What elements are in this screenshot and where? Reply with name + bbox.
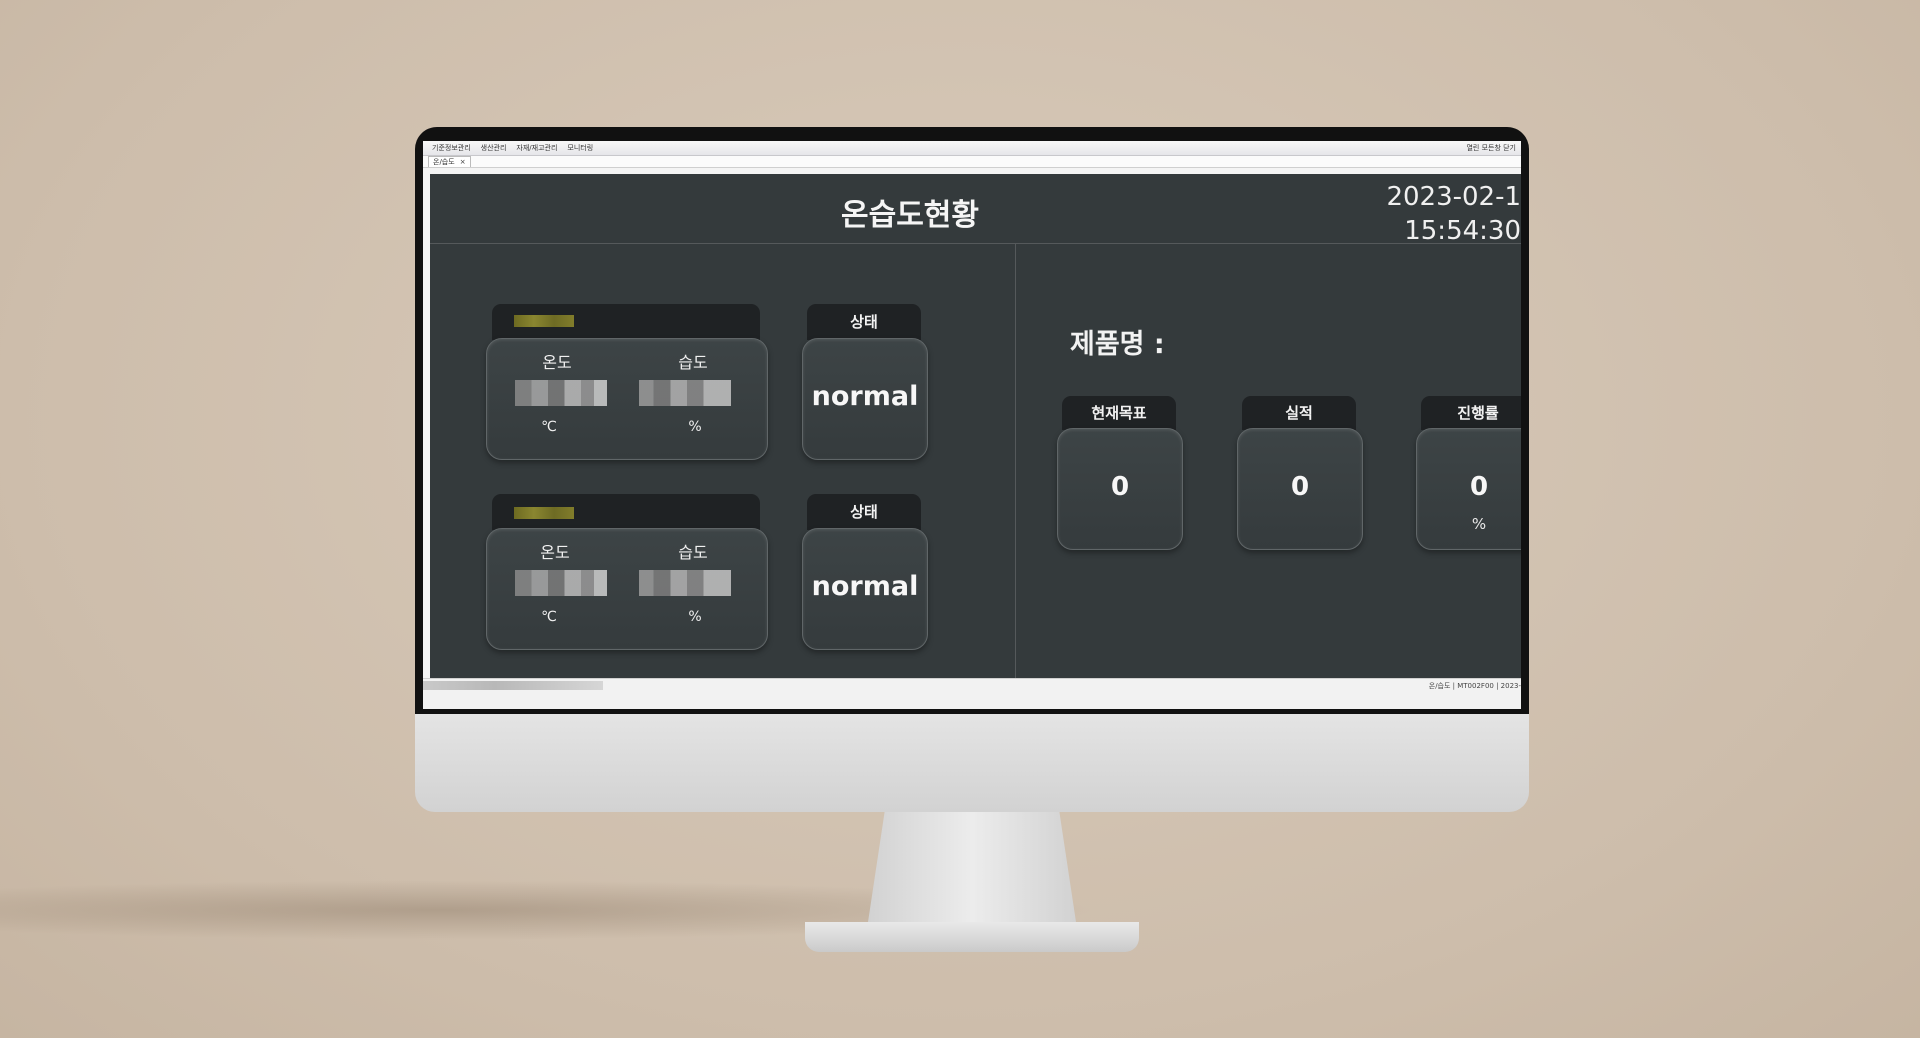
temperature-label: 온도 <box>540 543 570 562</box>
temperature-unit: ℃ <box>541 609 557 625</box>
target-value: 0 <box>1110 472 1130 502</box>
page-title: 온습도현황 <box>841 198 979 233</box>
humidity-unit: % <box>688 609 702 625</box>
menu-item-inventory[interactable]: 자재/재고관리 <box>511 143 562 153</box>
dashboard-header: 온습도현황 2023-02-1 15:54:30 <box>430 174 1521 246</box>
target-header: 현재목표 <box>1062 396 1176 430</box>
close-all-windows-button[interactable]: 열린 모든창 닫기 <box>1461 143 1521 153</box>
progress-value: 0 <box>1469 472 1489 502</box>
status-bar: 온/습도 | MT002F00 | 2023- <box>423 678 1521 709</box>
humidity-label: 습도 <box>678 353 708 372</box>
monitor: 기준정보관리 생산관리 자재/재고관리 모니터링 열린 모든창 닫기 온/습도 … <box>415 127 1529 952</box>
tab-temp-humidity[interactable]: 온/습도 × <box>428 156 471 167</box>
tab-label: 온/습도 <box>433 158 455 166</box>
humidity-value-redacted <box>639 570 731 596</box>
sensor-1-card: 온도 습도 ℃ % <box>486 338 768 460</box>
status-2-header: 상태 <box>807 494 921 530</box>
actual-header: 실적 <box>1242 396 1356 430</box>
menu-item-monitoring[interactable]: 모니터링 <box>562 143 598 153</box>
product-name-label: 제품명 : <box>1070 329 1165 360</box>
status-2-card: normal <box>802 528 928 650</box>
clock: 2023-02-1 15:54:30 <box>1386 180 1521 248</box>
sensor-1-header <box>492 304 760 340</box>
humidity-label: 습도 <box>678 543 708 562</box>
monitor-stand-base <box>805 922 1139 952</box>
screen: 기준정보관리 생산관리 자재/재고관리 모니터링 열린 모든창 닫기 온/습도 … <box>423 141 1521 709</box>
actual-card: 0 <box>1237 428 1363 550</box>
close-icon[interactable]: × <box>460 158 466 166</box>
status-bar-redacted <box>423 681 603 690</box>
temperature-unit: ℃ <box>541 419 557 435</box>
dashboard-panel: 온습도현황 2023-02-1 15:54:30 온도 습도 ℃ % 상태 no… <box>430 174 1521 678</box>
temperature-value-redacted <box>515 570 607 596</box>
status-bar-info: 온/습도 | MT002F00 | 2023- <box>1428 682 1521 690</box>
menu-bar: 기준정보관리 생산관리 자재/재고관리 모니터링 열린 모든창 닫기 <box>423 141 1521 156</box>
sensor-1-name-indicator <box>514 315 574 327</box>
progress-unit: % <box>1471 515 1487 533</box>
actual-value: 0 <box>1290 472 1310 502</box>
clock-time: 15:54:30 <box>1404 216 1521 246</box>
menu-item-production[interactable]: 생산관리 <box>476 143 512 153</box>
humidity-value-redacted <box>639 380 731 406</box>
sensor-2-header <box>492 494 760 530</box>
target-card: 0 <box>1057 428 1183 550</box>
sensor-2-card: 온도 습도 ℃ % <box>486 528 768 650</box>
sensor-2-name-indicator <box>514 507 574 519</box>
monitor-chin <box>415 714 1529 812</box>
temperature-value-redacted <box>515 380 607 406</box>
status-1-card: normal <box>802 338 928 460</box>
status-1-value: normal <box>811 381 919 412</box>
humidity-unit: % <box>688 419 702 435</box>
menu-item-base-info[interactable]: 기준정보관리 <box>427 143 476 153</box>
status-1-header: 상태 <box>807 304 921 340</box>
monitor-stand-neck <box>866 812 1078 934</box>
panel-divider <box>1015 244 1016 678</box>
status-2-value: normal <box>811 571 919 602</box>
progress-card: 0 % <box>1416 428 1521 550</box>
tab-bar: 온/습도 × <box>423 156 1521 168</box>
temperature-label: 온도 <box>542 353 572 372</box>
progress-header: 진행률 <box>1421 396 1521 430</box>
clock-date: 2023-02-1 <box>1386 182 1521 212</box>
